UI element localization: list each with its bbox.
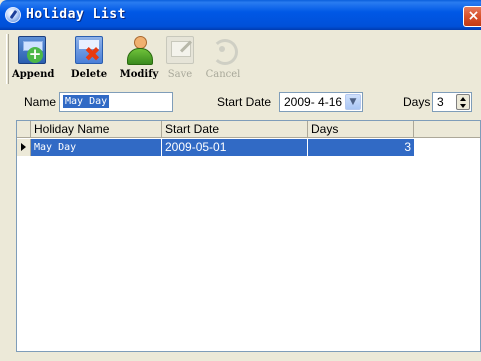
holiday-list-window: Holiday List × Append Delete Modify Save… bbox=[0, 0, 481, 361]
delete-button[interactable]: Delete bbox=[67, 32, 111, 86]
save-icon bbox=[166, 36, 194, 64]
cell-start-date[interactable]: 2009-05-01 bbox=[162, 139, 308, 156]
header-indicator-cell bbox=[17, 121, 31, 138]
spin-updown-icon[interactable] bbox=[456, 94, 470, 110]
close-button[interactable]: × bbox=[463, 6, 481, 27]
cancel-icon bbox=[209, 36, 238, 65]
start-date-label: Start Date bbox=[217, 95, 272, 109]
append-label: Append bbox=[12, 69, 55, 80]
column-header-start-date[interactable]: Start Date bbox=[162, 121, 308, 138]
holiday-grid[interactable]: Holiday Name Start Date Days May Day 200… bbox=[16, 120, 481, 352]
delete-icon bbox=[75, 36, 103, 64]
column-header-holiday-name[interactable]: Holiday Name bbox=[31, 121, 162, 138]
cancel-button[interactable]: Cancel bbox=[203, 32, 243, 86]
row-indicator-icon bbox=[17, 139, 31, 156]
name-label: Name bbox=[24, 95, 57, 109]
toolbar-grip[interactable] bbox=[6, 34, 9, 84]
filter-row: Name May Day Start Date 2009- 4-16 ▼ Day… bbox=[0, 90, 481, 116]
table-row[interactable]: May Day 2009-05-01 3 bbox=[17, 139, 480, 156]
app-icon bbox=[5, 7, 21, 23]
start-date-picker[interactable]: 2009- 4-16 ▼ bbox=[279, 92, 363, 112]
column-header-days[interactable]: Days bbox=[308, 121, 414, 138]
name-input[interactable]: May Day bbox=[59, 92, 173, 112]
name-input-value: May Day bbox=[63, 95, 110, 108]
cell-holiday-name[interactable]: May Day bbox=[31, 139, 162, 156]
start-date-value: 2009- 4-16 bbox=[284, 95, 343, 109]
days-value: 3 bbox=[437, 95, 444, 109]
modify-icon bbox=[125, 36, 153, 65]
grid-header: Holiday Name Start Date Days bbox=[17, 121, 480, 138]
toolbar: Append Delete Modify Save Cancel bbox=[0, 30, 481, 88]
modify-button[interactable]: Modify bbox=[117, 32, 161, 86]
days-stepper[interactable]: 3 bbox=[432, 92, 472, 112]
modify-label: Modify bbox=[119, 69, 159, 80]
append-icon bbox=[18, 36, 46, 64]
title-bar[interactable]: Holiday List × bbox=[0, 0, 481, 30]
save-label: Save bbox=[167, 69, 193, 80]
days-label: Days bbox=[403, 95, 431, 109]
window-title: Holiday List bbox=[26, 7, 126, 22]
cancel-label: Cancel bbox=[205, 69, 241, 80]
cell-days[interactable]: 3 bbox=[308, 139, 414, 156]
delete-label: Delete bbox=[70, 69, 108, 80]
chevron-down-icon[interactable]: ▼ bbox=[345, 94, 361, 110]
append-button[interactable]: Append bbox=[12, 32, 55, 86]
save-button[interactable]: Save bbox=[164, 32, 196, 86]
